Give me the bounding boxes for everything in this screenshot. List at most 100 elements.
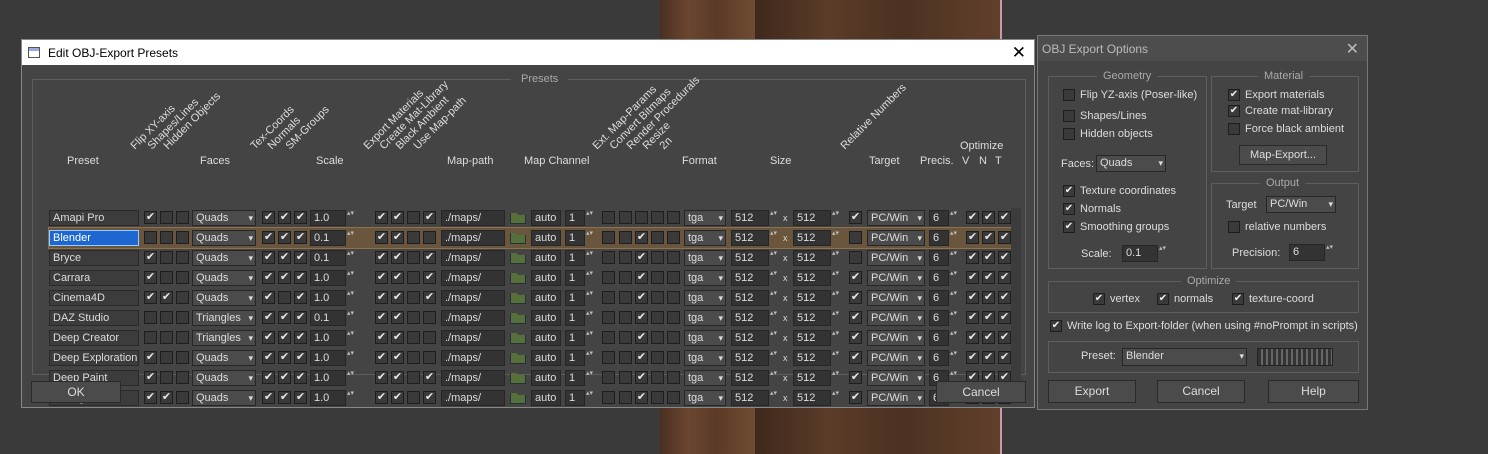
- bitmap-checkbox[interactable]: [619, 311, 632, 324]
- geometry-checkbox[interactable]: [160, 371, 173, 384]
- table-row[interactable]: DAZ StudioTriangles✔✔✔0.1✔✔./maps/auto1✔…: [49, 308, 1019, 328]
- table-row[interactable]: Bryce✔Quads✔✔✔0.1✔✔✔./maps/auto1✔tga512x…: [49, 248, 1019, 268]
- map-export-button[interactable]: Map-Export...: [1239, 145, 1327, 165]
- tex-checkbox[interactable]: ✔: [294, 251, 307, 264]
- geometry-checkbox[interactable]: [176, 291, 189, 304]
- preset-name[interactable]: Blender: [49, 230, 139, 246]
- map-channel-spinner[interactable]: 1: [565, 370, 594, 386]
- width-spinner[interactable]: 512: [731, 210, 778, 226]
- relative-checkbox[interactable]: ✔: [849, 351, 862, 364]
- material-checkbox[interactable]: ✔: [423, 371, 436, 384]
- material-checkbox[interactable]: ✔: [375, 251, 388, 264]
- geometry-checkbox[interactable]: [176, 251, 189, 264]
- optimize-checkbox[interactable]: ✔: [998, 211, 1011, 224]
- optimize-checkbox[interactable]: ✔: [998, 351, 1011, 364]
- map-path-field[interactable]: ./maps/: [441, 210, 505, 226]
- width-spinner[interactable]: 512: [731, 270, 778, 286]
- optimize-checkbox[interactable]: ✔: [966, 251, 979, 264]
- bitmap-checkbox[interactable]: [667, 271, 680, 284]
- folder-icon[interactable]: [510, 212, 526, 224]
- scale-spinner[interactable]: 1.0: [310, 390, 355, 406]
- table-row[interactable]: Amapi Pro✔Quads✔✔✔1.0✔✔✔./maps/auto1tga5…: [49, 208, 1019, 228]
- geometry-checkbox[interactable]: ✔: [160, 291, 173, 304]
- material-checkbox[interactable]: ✔: [375, 351, 388, 364]
- map-mode-field[interactable]: auto: [531, 330, 561, 346]
- bitmap-checkbox[interactable]: [619, 291, 632, 304]
- optimize-checkbox[interactable]: ✔: [966, 291, 979, 304]
- faces-dropdown[interactable]: Quads: [192, 210, 256, 226]
- tex-checkbox[interactable]: ✔: [262, 231, 275, 244]
- precision-spinner[interactable]: 6: [929, 270, 958, 286]
- map-path-field[interactable]: ./maps/: [441, 270, 505, 286]
- scale-spinner[interactable]: 1.0: [310, 330, 355, 346]
- bitmap-checkbox[interactable]: [619, 231, 632, 244]
- tex-checkbox[interactable]: ✔: [294, 371, 307, 384]
- bitmap-checkbox[interactable]: ✔: [635, 331, 648, 344]
- geometry-checkbox[interactable]: [160, 231, 173, 244]
- geometry-checkbox[interactable]: [160, 351, 173, 364]
- tex-checkbox[interactable]: ✔: [294, 351, 307, 364]
- optimize-checkbox[interactable]: ✔: [998, 231, 1011, 244]
- flip-yz-checkbox[interactable]: Flip YZ-axis (Poser-like): [1063, 89, 1197, 101]
- tex-checkbox[interactable]: ✔: [262, 271, 275, 284]
- map-channel-spinner[interactable]: 1: [565, 250, 594, 266]
- geometry-checkbox[interactable]: ✔: [144, 271, 157, 284]
- material-checkbox[interactable]: ✔: [391, 311, 404, 324]
- relative-numbers-checkbox[interactable]: relative numbers: [1228, 221, 1326, 233]
- scale-spinner[interactable]: 1.0: [310, 290, 355, 306]
- optimize-checkbox[interactable]: ✔: [982, 251, 995, 264]
- texture-coord-checkbox[interactable]: ✔ texture-coord: [1232, 293, 1314, 305]
- tex-checkbox[interactable]: ✔: [262, 351, 275, 364]
- geometry-checkbox[interactable]: [144, 331, 157, 344]
- material-checkbox[interactable]: ✔: [375, 311, 388, 324]
- bitmap-checkbox[interactable]: [651, 331, 664, 344]
- geometry-checkbox[interactable]: [176, 311, 189, 324]
- faces-dropdown[interactable]: Triangles: [192, 330, 256, 346]
- tex-checkbox[interactable]: ✔: [262, 211, 275, 224]
- material-checkbox[interactable]: ✔: [375, 331, 388, 344]
- material-checkbox[interactable]: ✔: [391, 291, 404, 304]
- geometry-checkbox[interactable]: [160, 331, 173, 344]
- bitmap-checkbox[interactable]: [602, 371, 615, 384]
- target-dropdown[interactable]: PC/Win: [867, 250, 925, 266]
- scale-spinner[interactable]: 0.1: [310, 310, 355, 326]
- faces-dropdown[interactable]: Quads: [192, 270, 256, 286]
- bitmap-checkbox[interactable]: ✔: [635, 251, 648, 264]
- optimize-checkbox[interactable]: ✔: [966, 311, 979, 324]
- bitmap-checkbox[interactable]: [651, 271, 664, 284]
- table-row[interactable]: Deep Exploration✔Quads✔✔✔1.0✔✔./maps/aut…: [49, 348, 1019, 368]
- tex-checkbox[interactable]: ✔: [262, 391, 275, 404]
- target-dropdown[interactable]: PC/Win: [867, 290, 925, 306]
- material-checkbox[interactable]: ✔: [391, 231, 404, 244]
- material-checkbox[interactable]: [407, 311, 420, 324]
- optimize-checkbox[interactable]: ✔: [982, 291, 995, 304]
- target-dropdown[interactable]: PC/Win: [867, 230, 925, 246]
- bitmap-checkbox[interactable]: ✔: [635, 391, 648, 404]
- format-dropdown[interactable]: tga: [684, 210, 726, 226]
- height-spinner[interactable]: 512: [793, 230, 840, 246]
- optimize-checkbox[interactable]: ✔: [982, 211, 995, 224]
- material-checkbox[interactable]: [407, 271, 420, 284]
- bitmap-checkbox[interactable]: [602, 331, 615, 344]
- width-spinner[interactable]: 512: [731, 330, 778, 346]
- bitmap-checkbox[interactable]: [651, 311, 664, 324]
- material-checkbox[interactable]: [407, 391, 420, 404]
- table-row[interactable]: Carrara✔Quads✔✔✔1.0✔✔✔./maps/auto1✔tga51…: [49, 268, 1019, 288]
- table-row[interactable]: Hexagon✔✔Quads✔✔✔1.0✔✔✔./maps/auto1✔tga5…: [49, 388, 1019, 408]
- tex-checkbox[interactable]: ✔: [278, 391, 291, 404]
- bitmap-checkbox[interactable]: [651, 251, 664, 264]
- preset-name[interactable]: Bryce: [49, 250, 139, 266]
- folder-icon[interactable]: [510, 252, 526, 264]
- optimize-checkbox[interactable]: ✔: [966, 231, 979, 244]
- optimize-checkbox[interactable]: ✔: [998, 311, 1011, 324]
- faces-dropdown[interactable]: Quads: [192, 390, 256, 406]
- precision-spinner[interactable]: 6: [929, 250, 958, 266]
- width-spinner[interactable]: 512: [731, 390, 778, 406]
- optimize-checkbox[interactable]: ✔: [998, 271, 1011, 284]
- width-spinner[interactable]: 512: [731, 310, 778, 326]
- height-spinner[interactable]: 512: [793, 250, 840, 266]
- geometry-checkbox[interactable]: ✔: [144, 351, 157, 364]
- geometry-checkbox[interactable]: ✔: [144, 371, 157, 384]
- relative-checkbox[interactable]: ✔: [849, 291, 862, 304]
- map-mode-field[interactable]: auto: [531, 390, 561, 406]
